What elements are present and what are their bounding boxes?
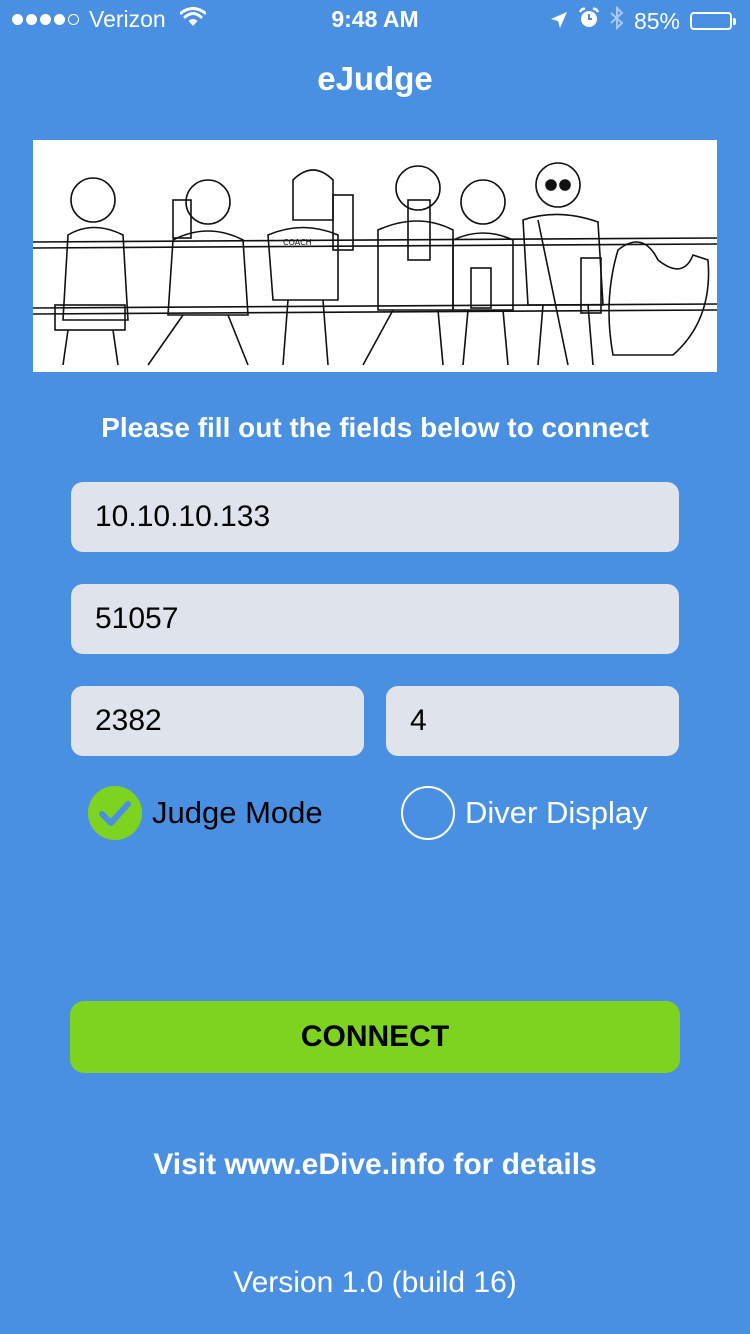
battery-percent: 85% xyxy=(633,7,680,34)
svg-text:COACH: COACH xyxy=(283,238,312,247)
signal-dot xyxy=(68,14,79,25)
page-title: eJudge xyxy=(317,60,433,97)
status-left: Verizon xyxy=(12,6,207,33)
wifi-icon xyxy=(179,6,207,33)
diver-display-radio[interactable]: Diver Display xyxy=(401,786,648,840)
judge-mode-label: Judge Mode xyxy=(152,795,323,830)
signal-strength-icon xyxy=(12,14,79,25)
visit-website-link[interactable]: Visit www.eDive.info for details xyxy=(0,1148,750,1182)
battery-icon xyxy=(690,12,736,30)
form-instructions: Please fill out the fields below to conn… xyxy=(101,412,649,443)
signal-dot xyxy=(40,14,51,25)
status-right: 85% xyxy=(550,5,736,36)
checkmark-icon xyxy=(99,801,131,826)
meet-id-input[interactable] xyxy=(71,686,364,756)
signal-dot xyxy=(26,14,37,25)
signal-dot xyxy=(12,14,23,25)
version-label: Version 1.0 (build 16) xyxy=(233,1266,517,1299)
signal-dot xyxy=(54,14,65,25)
judges-banner-image: COACH xyxy=(33,140,717,372)
judge-mode-radio[interactable]: Judge Mode xyxy=(88,786,323,840)
radio-unchecked-indicator xyxy=(401,786,455,840)
port-input[interactable] xyxy=(71,584,679,654)
bluetooth-icon xyxy=(610,5,624,36)
alarm-clock-icon xyxy=(578,7,600,35)
status-bar: Verizon 9:48 AM 85% xyxy=(0,0,750,40)
host-address-input[interactable] xyxy=(71,482,679,552)
radio-checked-indicator xyxy=(88,786,142,840)
location-arrow-icon xyxy=(550,8,568,35)
connect-button[interactable]: CONNECT xyxy=(70,1001,680,1073)
carrier-name: Verizon xyxy=(89,6,166,32)
diver-display-label: Diver Display xyxy=(465,795,648,830)
judge-number-input[interactable] xyxy=(386,686,679,756)
